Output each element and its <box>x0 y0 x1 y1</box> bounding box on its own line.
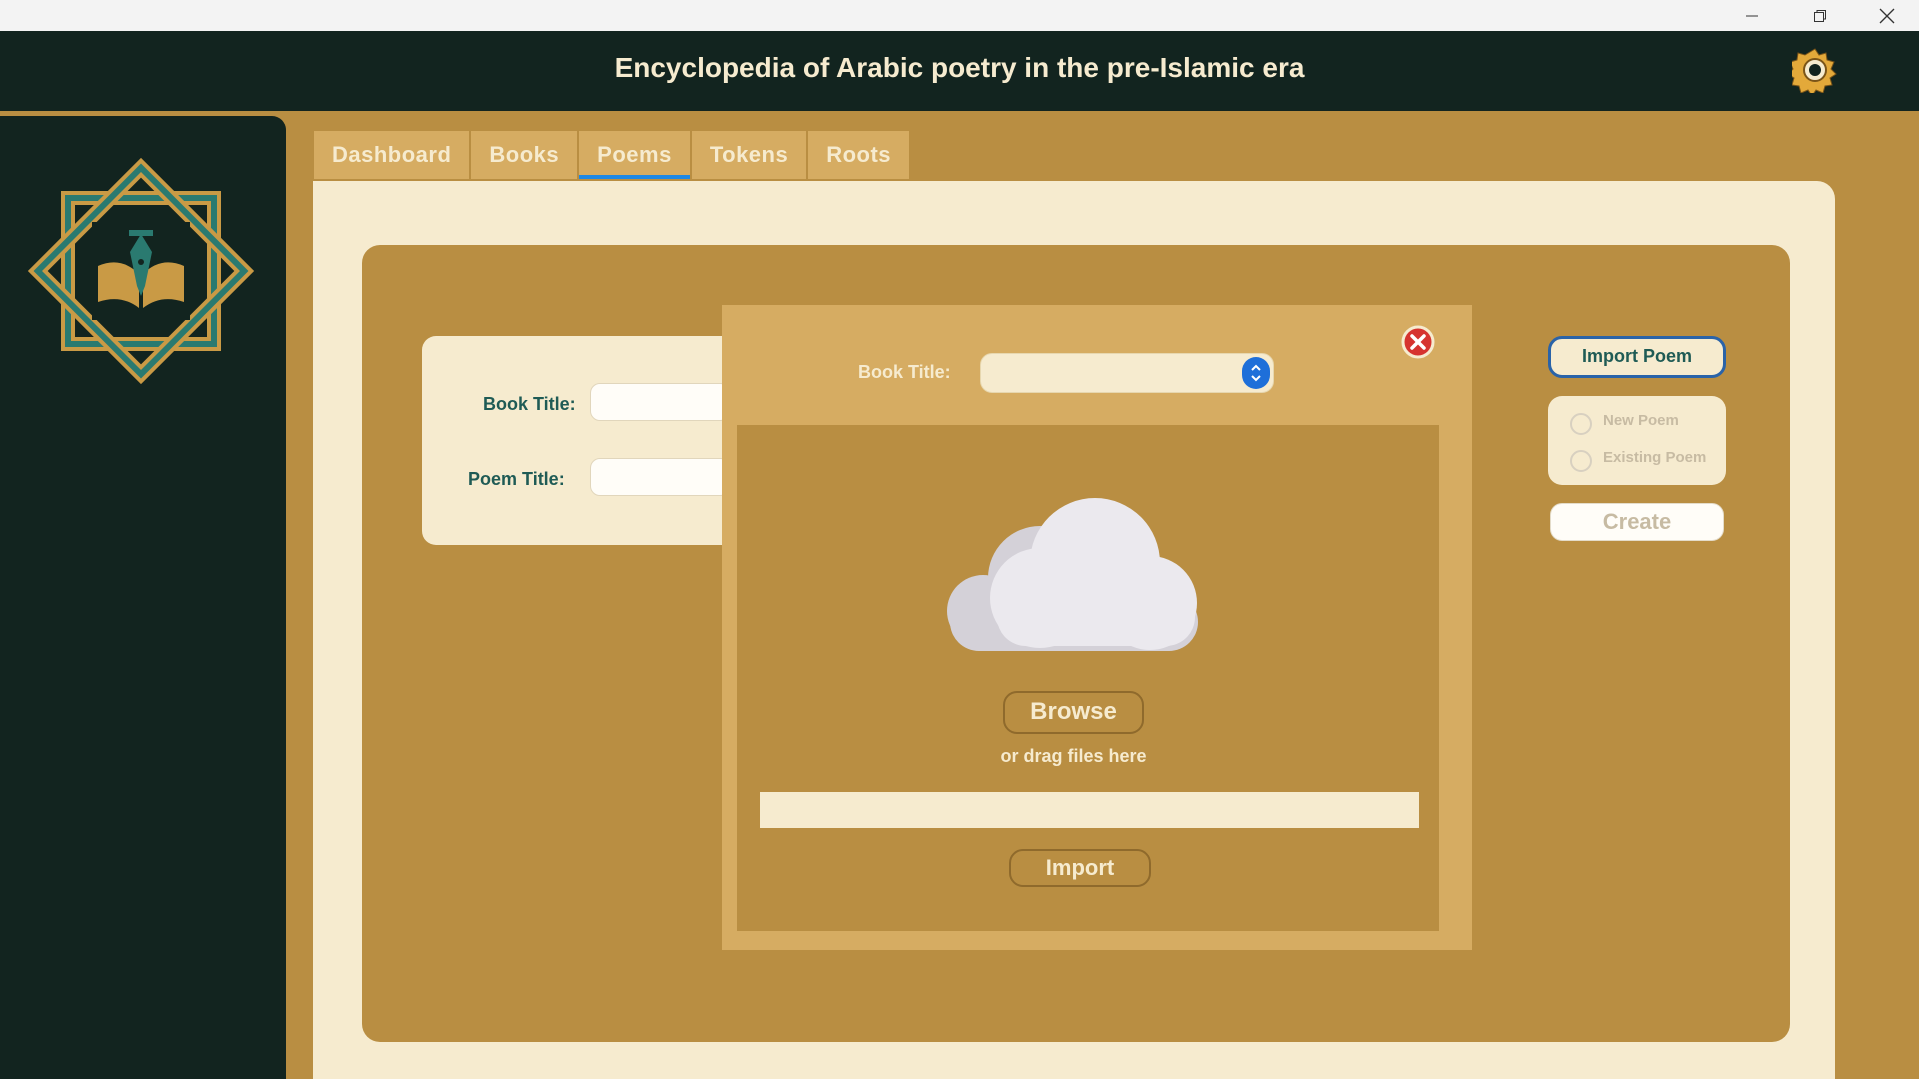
create-button[interactable]: Create <box>1550 503 1724 541</box>
tab-tokens[interactable]: Tokens <box>691 131 807 179</box>
tab-books[interactable]: Books <box>471 131 578 179</box>
app-title: Encyclopedia of Arabic poetry in the pre… <box>614 52 1305 83</box>
main-tabs: Dashboard Books Poems Tokens Roots <box>314 131 911 179</box>
gear-icon[interactable] <box>1787 47 1838 97</box>
tab-roots[interactable]: Roots <box>808 131 910 179</box>
tab-dashboard[interactable]: Dashboard <box>314 131 470 179</box>
poem-title-input[interactable] <box>590 458 730 496</box>
new-poem-label: New Poem <box>1603 412 1679 429</box>
close-icon[interactable] <box>1864 0 1910 31</box>
close-circle-icon[interactable] <box>1401 325 1435 359</box>
book-title-label: Book Title: <box>483 394 576 414</box>
app-logo <box>26 156 256 386</box>
minimize-icon[interactable] <box>1729 0 1775 31</box>
browse-button[interactable]: Browse <box>1003 691 1144 734</box>
drag-files-hint: or drag files here <box>1000 746 1147 766</box>
existing-poem-label: Existing Poem <box>1603 449 1707 466</box>
poem-form-card <box>422 336 752 545</box>
book-title-select[interactable] <box>980 353 1274 393</box>
file-path-field[interactable] <box>760 792 1419 828</box>
import-button[interactable]: Import <box>1009 849 1151 887</box>
dialog-book-title-label: Book Title: <box>858 362 951 382</box>
book-title-input[interactable] <box>590 383 730 421</box>
poem-title-label: Poem Title: <box>468 469 565 489</box>
tab-poems[interactable]: Poems <box>579 131 690 179</box>
new-poem-radio[interactable] <box>1570 413 1592 435</box>
import-poem-button[interactable]: Import Poem <box>1548 336 1726 378</box>
restore-icon[interactable] <box>1797 0 1843 31</box>
chevron-updown-icon[interactable] <box>1242 357 1270 389</box>
window-titlebar <box>0 0 1919 31</box>
poem-mode-group: New Poem Existing Poem <box>1548 396 1726 485</box>
app-header: Encyclopedia of Arabic poetry in the pre… <box>0 31 1919 111</box>
existing-poem-radio[interactable] <box>1570 450 1592 472</box>
cloud-icon <box>945 493 1205 659</box>
